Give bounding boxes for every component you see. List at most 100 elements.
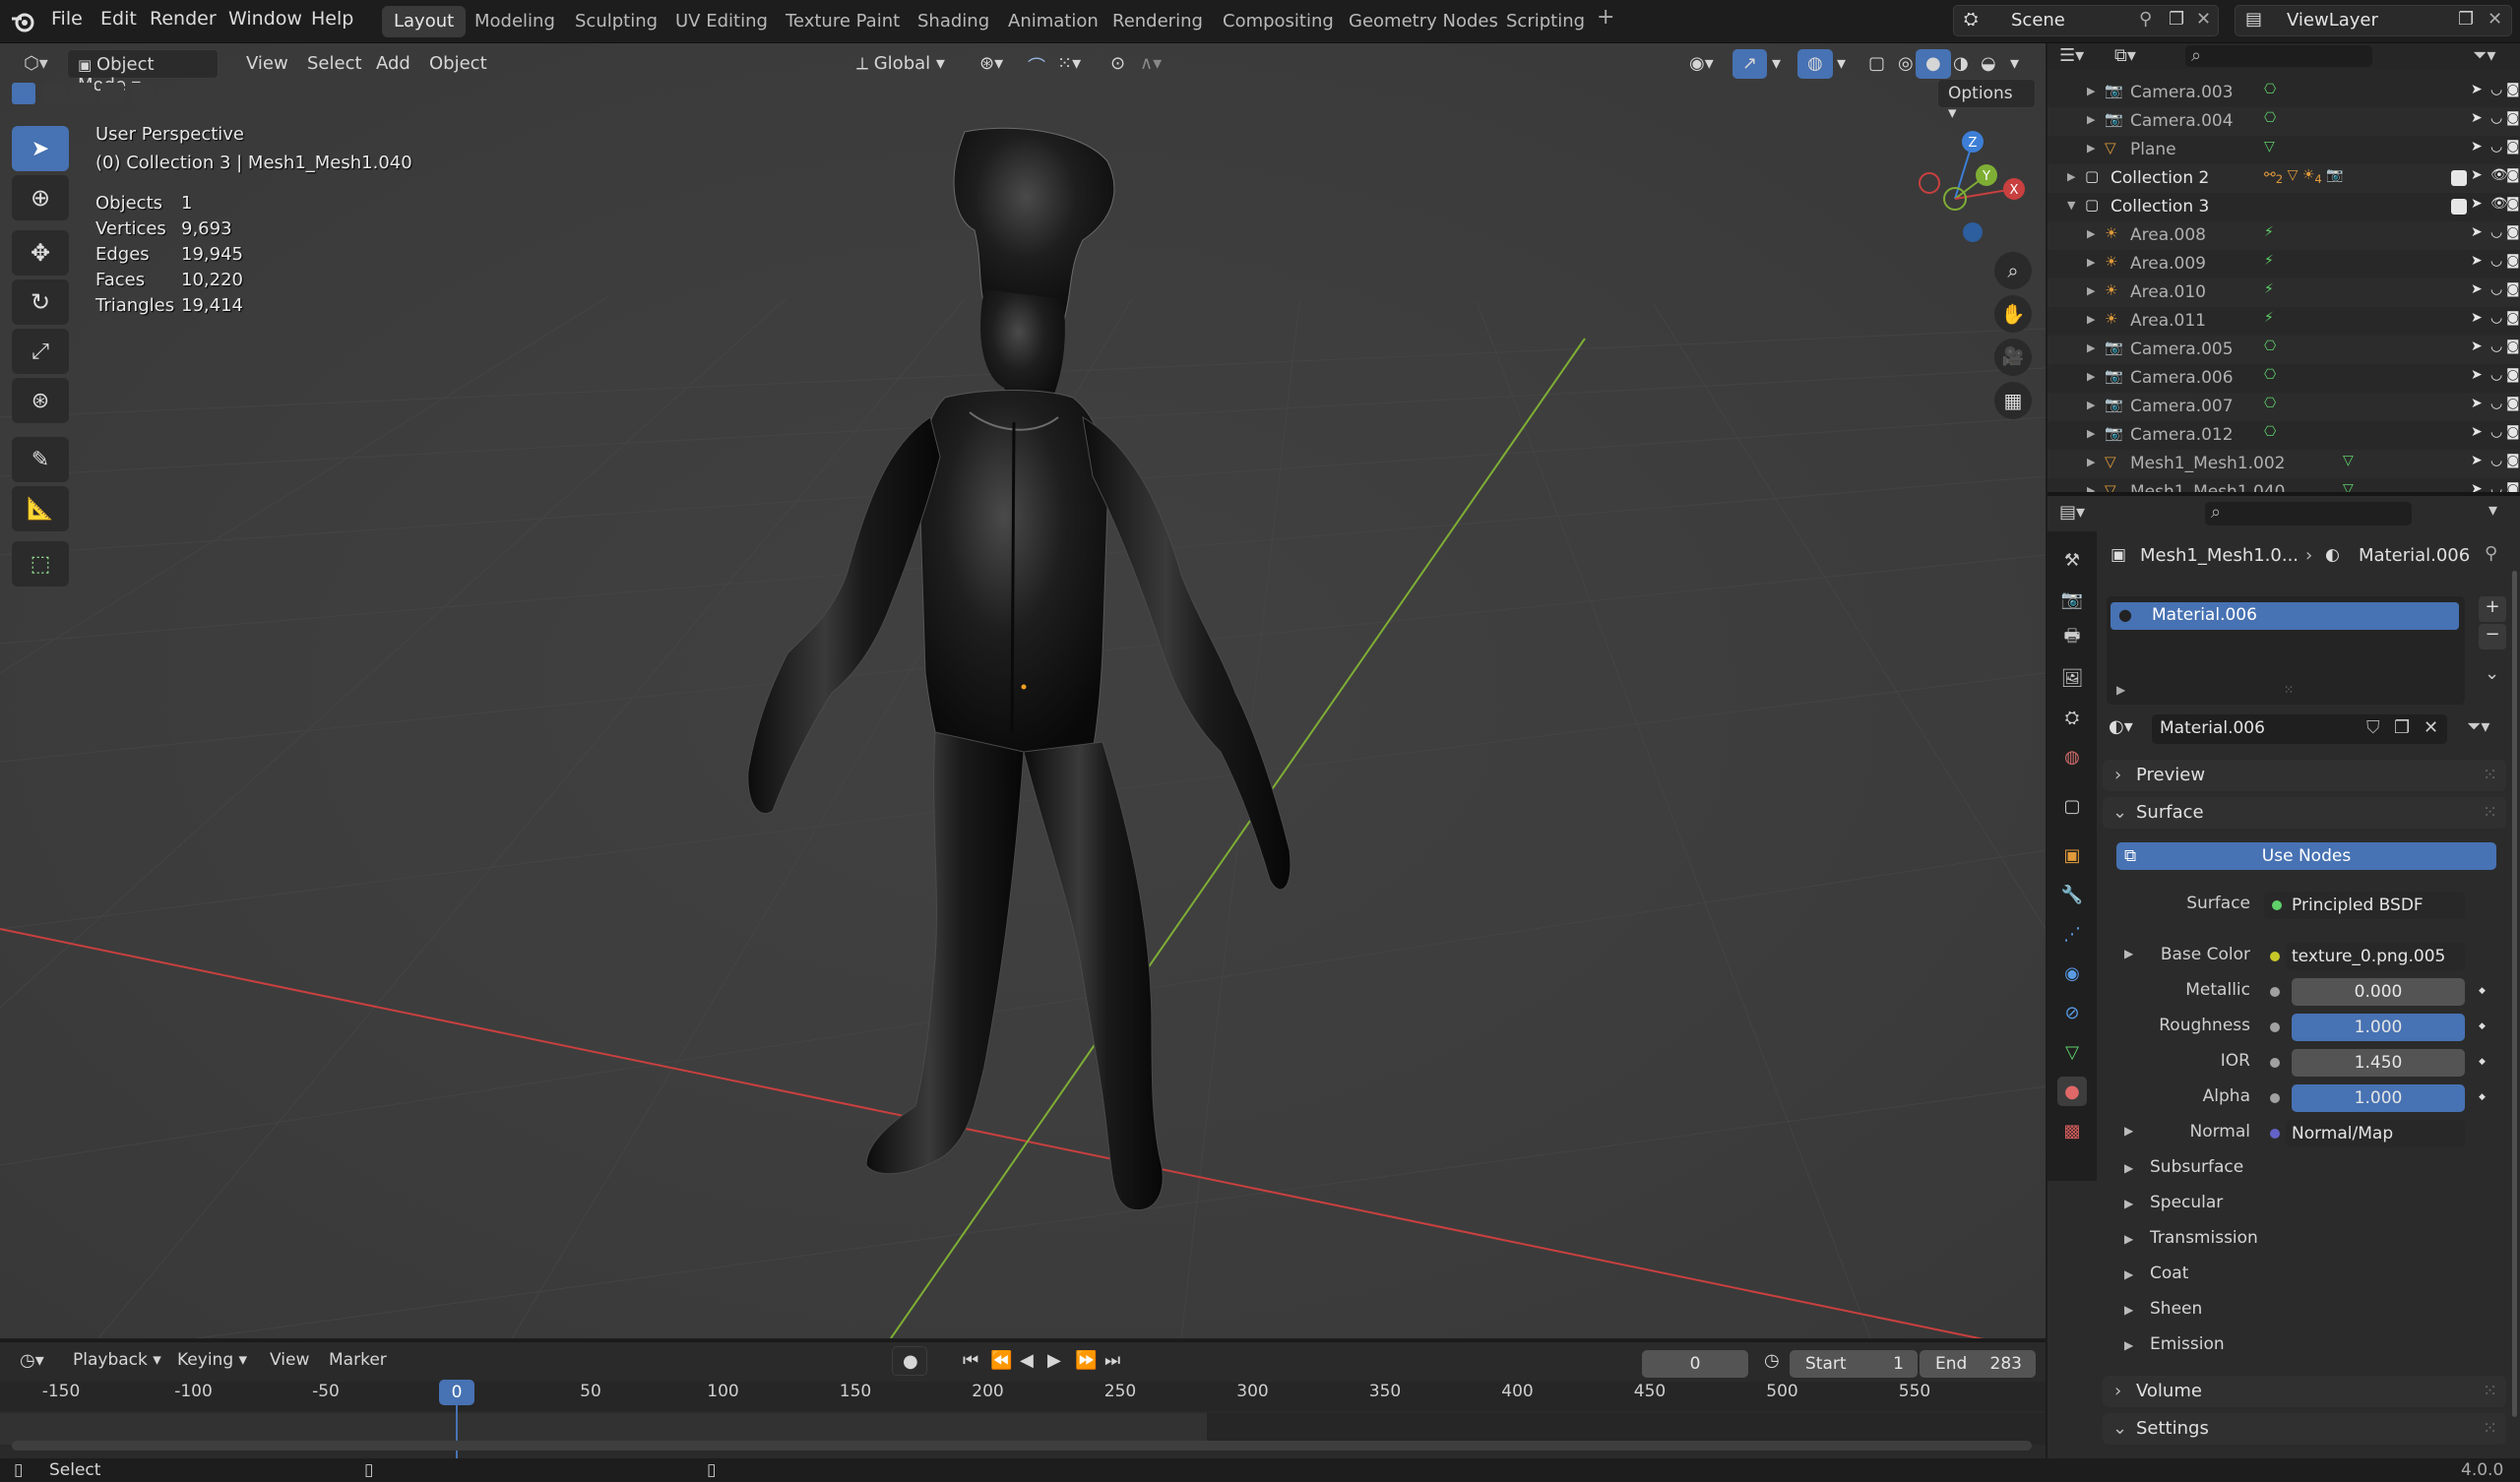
hidden-eye-icon[interactable]: ◡ (2490, 224, 2502, 240)
scene-tab-icon[interactable]: ⛭ (2057, 703, 2087, 732)
navigation-gizmo[interactable]: Z Y X (1910, 124, 2028, 252)
outliner-object-row[interactable]: ▶ ▽ Plane ▽ ➤ ◡ ◙ (2048, 136, 2520, 164)
outliner-object-row[interactable]: ▶ 📷 Camera.007 ⎔ ➤ ◡ ◙ (2048, 393, 2520, 421)
expand-subpanel-icon[interactable]: ▶ (2124, 1303, 2133, 1317)
select-new-icon[interactable] (12, 83, 35, 104)
tool-tab-icon[interactable]: ⚒ (2057, 545, 2087, 575)
render-toggle-icon[interactable]: ◙ (2506, 253, 2520, 269)
expand-subpanel-icon[interactable]: ▶ (2124, 1232, 2133, 1246)
volume-panel-header[interactable]: › Volume ⁙ (2103, 1376, 2506, 1407)
duplicate-icon[interactable]: ❐ (2394, 717, 2410, 738)
subpanel-sheen[interactable]: Sheen (2150, 1299, 2202, 1319)
shading-menu-icon[interactable]: ▾ (2000, 49, 2029, 79)
expand-subpanel-icon[interactable]: ▶ (2124, 1197, 2133, 1210)
select-subtract-icon[interactable] (71, 83, 94, 104)
menu-render[interactable]: Render (150, 8, 217, 30)
fake-user-icon[interactable]: ⛉ (2366, 717, 2380, 738)
menu-edit[interactable]: Edit (100, 8, 137, 30)
selectable-toggle-icon[interactable]: ➤ (2471, 82, 2483, 97)
browse-material-icon[interactable]: ◐▾ (2109, 716, 2133, 737)
outliner-object-row[interactable]: ▶ ▽ Mesh1_Mesh1.040 ▽ ➤ ◡ ◙ (2048, 478, 2520, 492)
tab-sculpting[interactable]: Sculpting (563, 6, 669, 37)
menu-object[interactable]: Object (419, 49, 497, 79)
material-slot-item[interactable]: ● Material.006 (2110, 602, 2459, 630)
subpanel-coat[interactable]: Coat (2150, 1264, 2188, 1283)
expand-arrow-icon[interactable]: ▶ (2087, 113, 2095, 126)
hidden-eye-icon[interactable]: ◡ (2490, 110, 2502, 126)
keyframe-icon[interactable]: ◆ (2479, 1021, 2486, 1031)
particles-tab-icon[interactable]: ⋰ (2057, 919, 2087, 949)
tab-texture-paint[interactable]: Texture Paint (774, 6, 912, 37)
texture-tab-icon[interactable]: ▩ (2057, 1116, 2087, 1145)
transform-tool[interactable]: ⊛ (12, 378, 69, 423)
selectable-toggle-icon[interactable]: ➤ (2471, 453, 2483, 468)
menu-select[interactable]: Select (297, 49, 372, 79)
selectable-toggle-icon[interactable]: ➤ (2471, 367, 2483, 383)
outliner-editor-icon[interactable]: ☰▾ (2059, 45, 2084, 66)
selectable-toggle-icon[interactable]: ➤ (2471, 281, 2483, 297)
outliner-collection-row[interactable]: ▼ ▢ Collection 3 ➤ 👁 ◙ (2048, 193, 2520, 221)
scale-tool[interactable]: ⤢ (12, 329, 69, 374)
drag-handle-icon[interactable]: ⁙ (2483, 797, 2497, 829)
render-toggle-icon[interactable]: ◙ (2506, 481, 2520, 492)
properties-menu-icon[interactable]: ▾ (2488, 500, 2497, 521)
input-value-field[interactable]: 0.000 (2292, 978, 2465, 1006)
hidden-eye-icon[interactable]: ◡ (2490, 82, 2502, 97)
select-extend-icon[interactable] (41, 83, 65, 104)
input-value-field[interactable]: texture_0.png.005 (2286, 943, 2465, 970)
snap-target-icon[interactable]: ⁙▾ (1047, 49, 1091, 79)
subpanel-subsurface[interactable]: Subsurface (2150, 1157, 2243, 1177)
physics-tab-icon[interactable]: ◉ (2057, 958, 2087, 988)
preview-panel-header[interactable]: › Preview ⁙ (2103, 760, 2506, 791)
outliner-object-row[interactable]: ▶ ☀ Area.008 ⚡ ➤ ◡ ◙ (2048, 221, 2520, 250)
drag-handle-icon[interactable]: ⁙ (2483, 760, 2497, 791)
expand-arrow-icon[interactable]: ▶ (2087, 370, 2095, 383)
selectable-toggle-icon[interactable]: ➤ (2471, 396, 2483, 411)
expand-icon[interactable]: ▶ (2116, 683, 2125, 697)
timeline-editor-icon[interactable]: ◷▾ (10, 1346, 54, 1376)
drag-handle-icon[interactable]: ⁙ (2483, 1376, 2497, 1407)
render-toggle-icon[interactable]: ◙ (2506, 281, 2520, 297)
hidden-eye-icon[interactable]: ◡ (2490, 481, 2502, 492)
hidden-eye-icon[interactable]: ◡ (2490, 453, 2502, 468)
close-icon[interactable]: ✕ (2488, 9, 2502, 30)
expand-arrow-icon[interactable]: ▶ (2087, 142, 2095, 154)
expand-arrow-icon[interactable]: ▶ (2087, 256, 2095, 269)
end-frame-field[interactable]: End 283 (1920, 1350, 2036, 1378)
expand-subpanel-icon[interactable]: ▶ (2124, 1267, 2133, 1281)
input-socket-icon[interactable] (2270, 952, 2280, 961)
expand-arrow-icon[interactable]: ▶ (2087, 85, 2095, 97)
view-layer-tab-icon[interactable]: 🖼 (2057, 663, 2087, 693)
world-tab-icon[interactable]: ◍ (2057, 742, 2087, 772)
selectable-toggle-icon[interactable]: ➤ (2471, 481, 2483, 492)
input-socket-icon[interactable] (2270, 987, 2280, 997)
constraints-tab-icon[interactable]: ⊘ (2057, 998, 2087, 1027)
outliner-object-row[interactable]: ▶ ☀ Area.011 ⚡ ➤ ◡ ◙ (2048, 307, 2520, 336)
keyframe-icon[interactable]: ◆ (2479, 1092, 2486, 1102)
exclude-checkbox[interactable] (2451, 199, 2467, 215)
hidden-eye-icon[interactable]: ◡ (2490, 281, 2502, 297)
new-scene-icon[interactable]: ❐ (2169, 9, 2184, 30)
selectable-toggle-icon[interactable]: ➤ (2471, 424, 2483, 440)
render-toggle-icon[interactable]: ◙ (2506, 367, 2520, 383)
selectable-toggle-icon[interactable]: ➤ (2471, 224, 2483, 240)
render-toggle-icon[interactable]: ◙ (2506, 196, 2520, 212)
render-toggle-icon[interactable]: ◙ (2506, 139, 2520, 154)
neg-z-handle[interactable] (1963, 222, 1983, 242)
output-tab-icon[interactable]: 🖶 (2057, 624, 2087, 653)
measure-tool[interactable]: 📐 (12, 486, 69, 531)
outliner-object-row[interactable]: ▶ ▽ Mesh1_Mesh1.002 ▽ ➤ ◡ ◙ (2048, 450, 2520, 478)
tab-scripting[interactable]: Scripting (1494, 6, 1597, 37)
frame-ruler[interactable] (0, 1382, 2046, 1411)
select-invert-icon[interactable] (130, 83, 154, 104)
expand-arrow-icon[interactable]: ▶ (2087, 284, 2095, 297)
tab-layout[interactable]: Layout (382, 6, 467, 37)
properties-editor-icon[interactable]: ▤▾ (2059, 502, 2085, 523)
current-frame-field[interactable]: 0 (1642, 1350, 1748, 1378)
hidden-eye-icon[interactable]: ◡ (2490, 424, 2502, 440)
subpanel-transmission[interactable]: Transmission (2150, 1228, 2258, 1248)
overlay-menu-icon[interactable]: ▾ (1827, 49, 1856, 79)
visibility-icon[interactable]: ◉▾ (1679, 49, 1724, 79)
resize-handle-icon[interactable]: ⁙ (2284, 683, 2294, 697)
menu-window[interactable]: Window (228, 8, 302, 30)
